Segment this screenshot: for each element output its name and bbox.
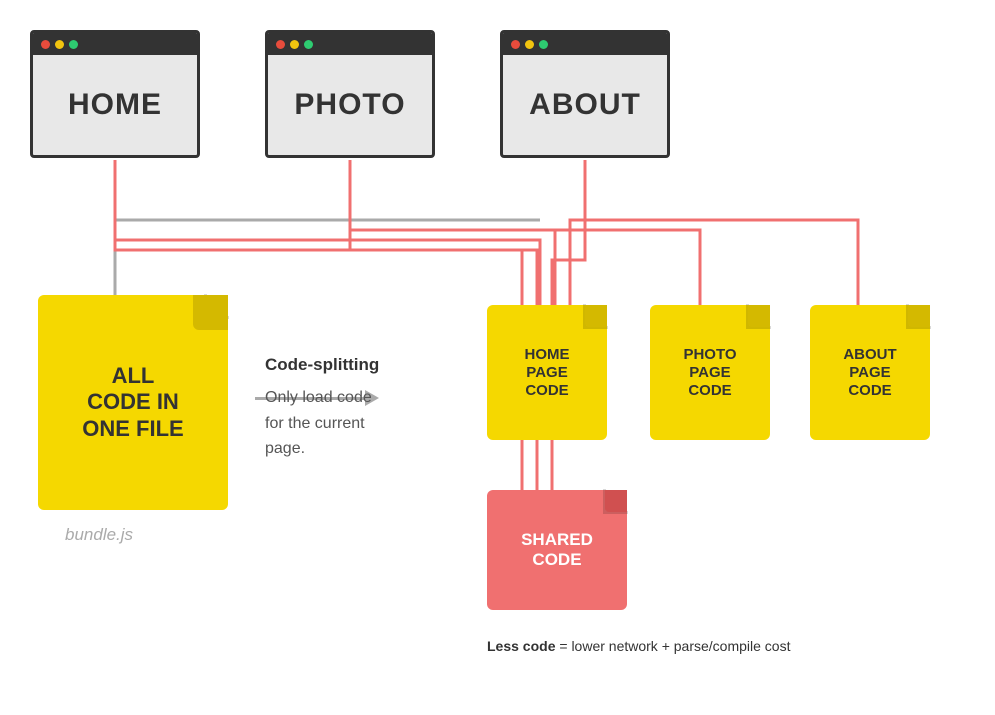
browser-home-label: HOME [68, 88, 162, 122]
browser-home-titlebar [33, 33, 197, 55]
dot-red-photo [276, 40, 285, 49]
file-photo-page-code: PHOTOPAGECODE [650, 305, 770, 440]
bottom-label-rest: = lower network + parse/compile cost [555, 638, 790, 654]
bottom-label-strong: Less code [487, 638, 555, 654]
file-about-text: ABOUTPAGECODE [838, 341, 901, 405]
browser-photo-titlebar [268, 33, 432, 55]
browser-photo-body: PHOTO [268, 55, 432, 155]
file-photo-text: PHOTOPAGECODE [678, 341, 741, 405]
dot-yellow-about [525, 40, 534, 49]
big-file-corner [193, 295, 228, 330]
file-home-page-code: HOMEPAGECODE [487, 305, 607, 440]
dot-red-home [41, 40, 50, 49]
dot-green-about [539, 40, 548, 49]
browser-about: ABOUT [500, 30, 670, 158]
file-shared-code: SHAREDCODE [487, 490, 627, 610]
browser-photo: PHOTO [265, 30, 435, 158]
diagram: HOME PHOTO ABOUT ALLCODE INONE FILE bund… [0, 0, 995, 715]
file-corner-photo [748, 305, 770, 327]
file-about-page-code: ABOUTPAGECODE [810, 305, 930, 440]
big-file: ALLCODE INONE FILE [38, 295, 228, 510]
file-corner-shared [605, 490, 627, 512]
code-splitting-desc: Only load codefor the currentpage. [265, 385, 372, 462]
dot-yellow-photo [290, 40, 299, 49]
dot-green-photo [304, 40, 313, 49]
dot-yellow-home [55, 40, 64, 49]
browser-about-label: ABOUT [529, 88, 641, 122]
dot-green-home [69, 40, 78, 49]
bundle-label: bundle.js [65, 525, 133, 545]
browser-photo-label: PHOTO [294, 88, 405, 122]
big-file-text: ALLCODE INONE FILE [77, 358, 188, 447]
file-shared-text: SHAREDCODE [516, 525, 598, 576]
browser-home-body: HOME [33, 55, 197, 155]
browser-about-titlebar [503, 33, 667, 55]
file-corner-home [585, 305, 607, 327]
dot-red-about [511, 40, 520, 49]
browser-home: HOME [30, 30, 200, 158]
file-corner-about [908, 305, 930, 327]
file-home-text: HOMEPAGECODE [520, 341, 575, 405]
code-splitting-title: Code-splitting [265, 355, 379, 375]
bottom-label: Less code = lower network + parse/compil… [487, 638, 790, 654]
browser-about-body: ABOUT [503, 55, 667, 155]
